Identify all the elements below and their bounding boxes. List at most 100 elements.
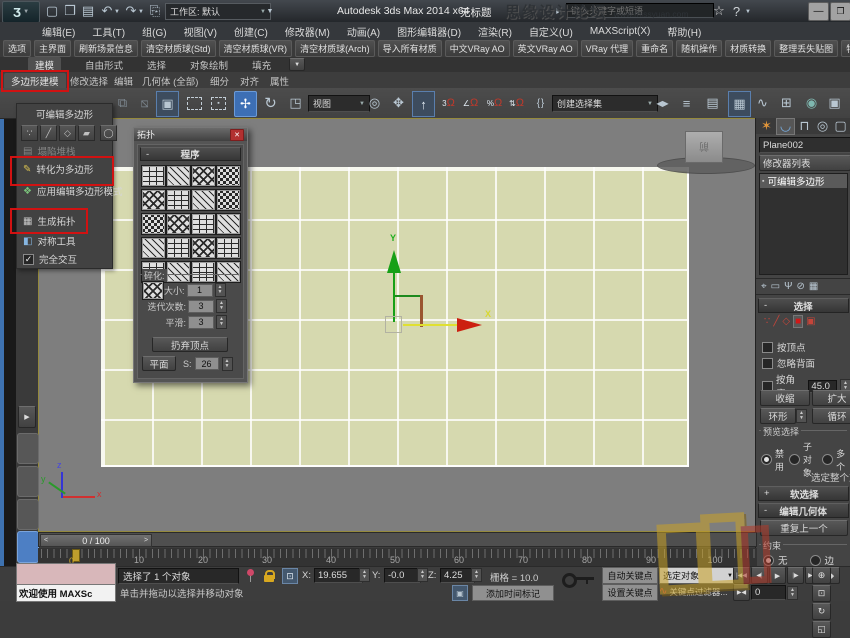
topology-pattern-button[interactable]: [216, 213, 241, 235]
maxscript-listener-field[interactable]: 欢迎使用 MAXSc: [16, 584, 116, 602]
topology-pattern-button[interactable]: [191, 189, 216, 211]
script-button[interactable]: 清空材质球(VR): [219, 40, 293, 57]
absolute-offset-toggle-icon[interactable]: ⊡: [282, 568, 298, 584]
set-keys-icon[interactable]: [562, 571, 596, 585]
workspace-dropdown[interactable]: 工作区: 默认 ▼: [165, 3, 271, 20]
ribbon-tab[interactable]: 对象绘制: [190, 58, 228, 72]
gizmo-xy-handle-green[interactable]: [395, 295, 421, 297]
soft-selection-expand-icon[interactable]: +: [764, 488, 770, 499]
edit-named-sets-icon[interactable]: { }: [530, 91, 551, 115]
script-button[interactable]: 选项: [3, 40, 31, 57]
preview-subobject-radio[interactable]: [789, 454, 800, 465]
full-interactive-checkbox[interactable]: [23, 254, 34, 265]
time-slider-handle[interactable]: < 0 / 100 >: [40, 534, 152, 547]
sel-element-icon[interactable]: ▣: [806, 316, 815, 327]
script-button[interactable]: 随机操作: [676, 40, 722, 57]
select-and-manipulate-icon[interactable]: ✥: [388, 91, 409, 115]
soft-selection-rollout-header[interactable]: + 软选择: [758, 486, 849, 501]
isolate-pin-icon[interactable]: [244, 569, 254, 583]
polygon-mode-icon[interactable]: ▰: [78, 125, 95, 141]
menu-item[interactable]: 工具(T): [92, 24, 125, 39]
script-button[interactable]: 中文VRay AO: [445, 40, 510, 57]
border-mode-icon[interactable]: ◇: [59, 125, 76, 141]
topology-pattern-button[interactable]: [216, 165, 241, 187]
apply-edit-poly-item[interactable]: ❖ 应用编辑多边形模式: [23, 184, 122, 198]
topology-pattern-button[interactable]: [216, 237, 241, 259]
script-button[interactable]: 特殊功能: [841, 40, 850, 57]
zoom-extents-icon[interactable]: ⊡: [812, 585, 831, 602]
menu-item[interactable]: 自定义(U): [529, 24, 573, 39]
x-coordinate-field[interactable]: 19.655: [314, 568, 363, 583]
panel-tab-subdivision[interactable]: 细分: [210, 74, 229, 88]
script-button[interactable]: 整理丢失贴图: [774, 40, 838, 57]
constraint-edge-radio[interactable]: [810, 555, 821, 566]
sel-edge-icon[interactable]: ╱: [773, 316, 779, 327]
gizmo-y-axis[interactable]: [393, 272, 395, 322]
panel-tab-modify-selection[interactable]: 修改选择: [70, 74, 108, 88]
topology-pattern-button[interactable]: [191, 165, 216, 187]
time-slider-track[interactable]: < 0 / 100 >: [38, 532, 757, 547]
play-button[interactable]: ▶: [769, 567, 786, 584]
viewport-layout-tab[interactable]: [17, 499, 39, 530]
render-production-icon[interactable]: ●: [843, 91, 850, 115]
pin-stack-icon[interactable]: ⌖: [761, 281, 767, 292]
viewport-layout-tab[interactable]: [17, 466, 39, 497]
menu-item[interactable]: 修改器(M): [285, 24, 330, 39]
script-button[interactable]: 导入所有材质: [378, 40, 442, 57]
object-name-field[interactable]: Plane002: [759, 137, 850, 153]
edit-geometry-collapse-icon[interactable]: -: [764, 505, 767, 516]
fracture-pattern-button[interactable]: [142, 281, 164, 300]
maximize-viewport-icon[interactable]: ◱: [812, 621, 831, 638]
full-interactive-item[interactable]: 完全交互: [23, 252, 77, 266]
convert-to-poly-item[interactable]: ✎ 转化为多边形: [23, 162, 93, 176]
topology-pattern-button[interactable]: [141, 165, 166, 187]
key-filter-target-dropdown[interactable]: 选定对象 ▼: [659, 567, 737, 584]
panel-tab-polygon-modeling[interactable]: 多边形建模: [4, 73, 66, 89]
snap-toggle-icon[interactable]: 3Ω: [438, 91, 459, 115]
next-frame-button[interactable]: |▶: [787, 567, 804, 584]
help-caret-icon[interactable]: ▼: [744, 6, 752, 18]
remove-modifier-icon[interactable]: ⊘: [796, 281, 804, 292]
modifier-list-dropdown[interactable]: 修改器列表: [759, 155, 850, 171]
topology-pattern-button[interactable]: [166, 213, 191, 235]
script-button[interactable]: 主界面: [34, 40, 71, 57]
app-logo-button[interactable]: Ӡ ▼: [2, 1, 40, 23]
edit-geometry-rollout-header[interactable]: - 编辑几何体: [758, 503, 849, 518]
curve-editor-icon[interactable]: ∿: [752, 91, 773, 115]
rollout-collapse-icon[interactable]: -: [146, 149, 149, 160]
element-mode-icon[interactable]: ◯: [100, 125, 117, 141]
open-file-icon[interactable]: ❒: [62, 3, 78, 19]
slider-prev-icon[interactable]: <: [41, 537, 51, 544]
window-crossing-icon[interactable]: ▪: [208, 91, 229, 115]
discard-vertices-button[interactable]: 扔弃顶点: [152, 337, 228, 352]
select-and-scale-icon[interactable]: ◳: [285, 91, 306, 115]
viewport-layout-tab[interactable]: [17, 433, 39, 464]
selection-collapse-icon[interactable]: -: [764, 300, 767, 311]
modify-tab-icon[interactable]: ◡: [776, 118, 795, 135]
menu-item[interactable]: 创建(C): [234, 24, 268, 39]
y-spinner[interactable]: [417, 568, 428, 582]
script-button[interactable]: 英文VRay AO: [513, 40, 578, 57]
procedures-rollout-header[interactable]: - 程序: [140, 147, 241, 161]
mirror-icon[interactable]: ◀▶: [652, 91, 673, 115]
ring-button[interactable]: 环形: [760, 408, 796, 424]
ribbon-tab[interactable]: 选择: [147, 58, 166, 72]
save-file-icon[interactable]: ▤: [80, 3, 96, 19]
z-spinner[interactable]: [471, 568, 482, 582]
by-vertex-checkbox[interactable]: [762, 342, 773, 353]
size-field[interactable]: 1: [187, 284, 213, 297]
sel-polygon-icon[interactable]: ■: [793, 315, 803, 328]
generate-topology-item[interactable]: ▦ 生成拓扑: [23, 214, 75, 228]
selection-region-icon[interactable]: [184, 91, 205, 115]
smooth-field[interactable]: 3: [188, 316, 214, 329]
workspace-flyout-icon[interactable]: ▼: [265, 5, 275, 17]
slider-next-icon[interactable]: >: [141, 537, 151, 544]
set-key-button[interactable]: 设置关键点: [602, 584, 658, 601]
reference-coordinate-dropdown[interactable]: 视图 ▼: [308, 95, 370, 112]
ribbon-tab[interactable]: 填充: [252, 58, 271, 72]
script-button[interactable]: 材质转换: [725, 40, 771, 57]
panel-tab-geometry-all[interactable]: 几何体 (全部): [142, 74, 198, 88]
panel-tab-edit[interactable]: 编辑: [114, 74, 133, 88]
isolate-selection-icon[interactable]: ▣: [156, 91, 179, 117]
select-and-move-icon[interactable]: ✢: [234, 91, 257, 117]
